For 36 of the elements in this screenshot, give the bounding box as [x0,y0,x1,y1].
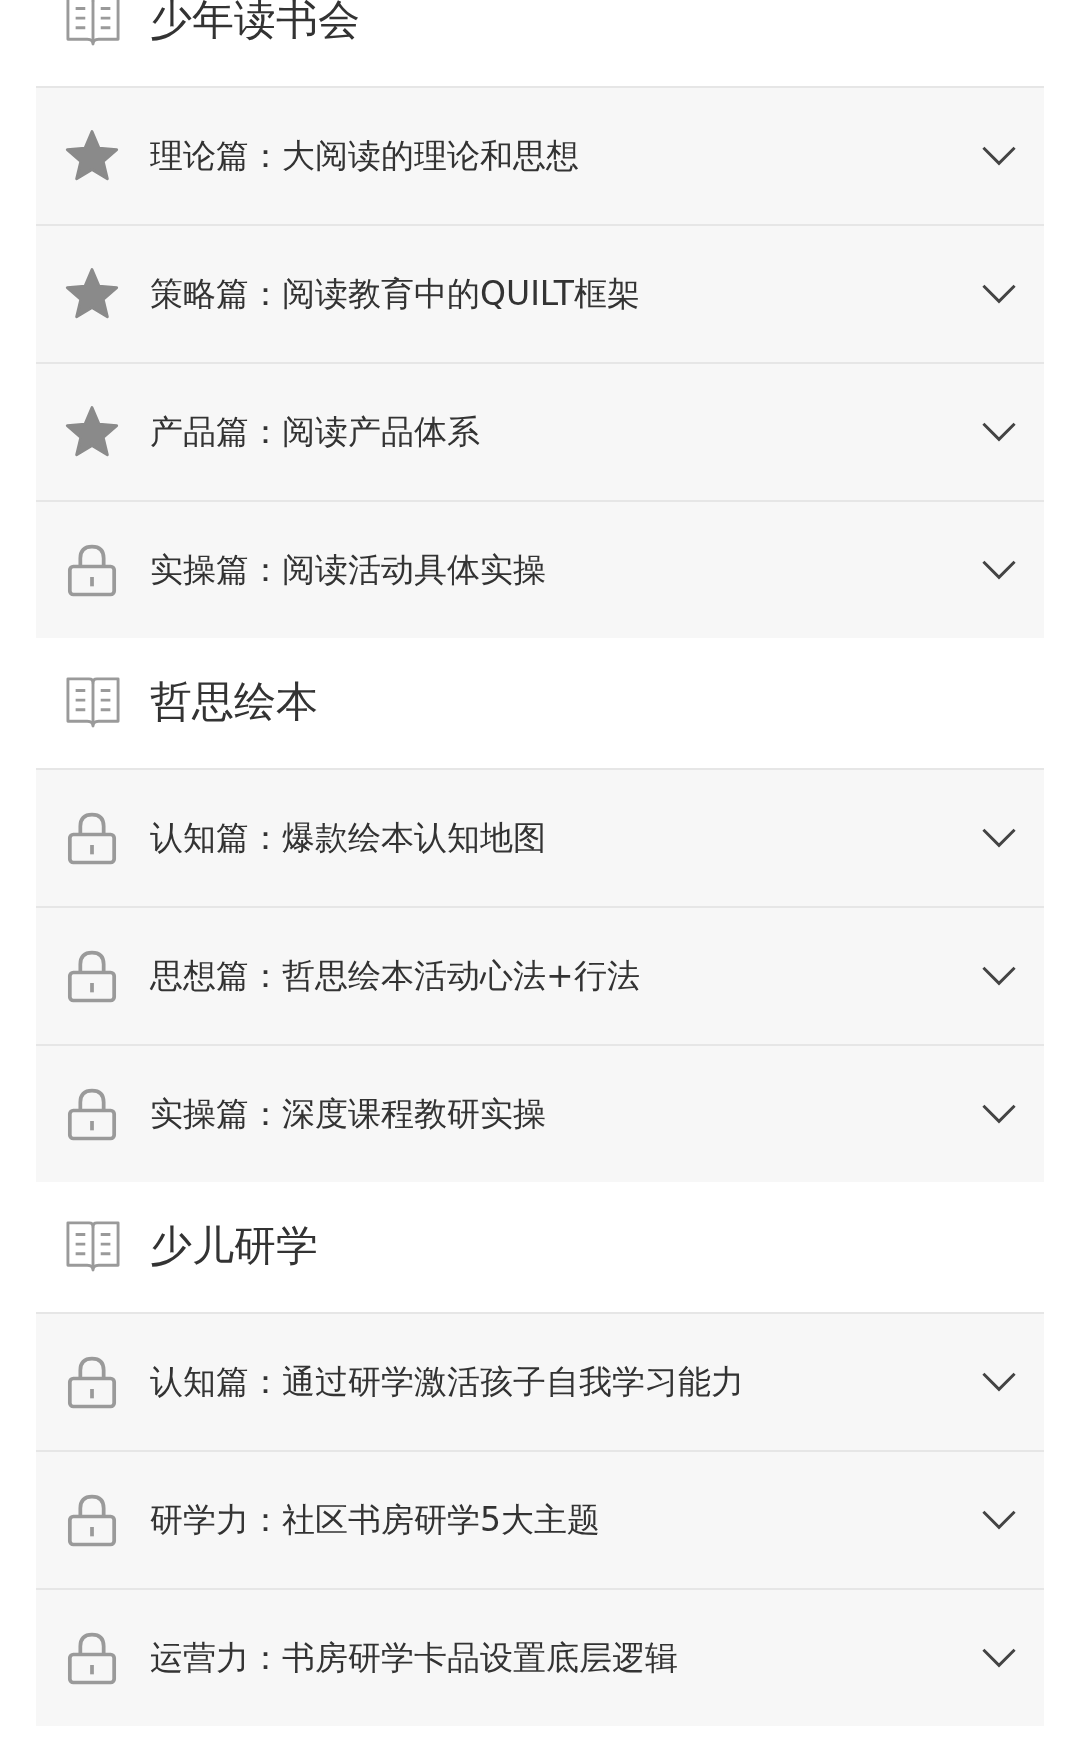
chevron-down-icon[interactable] [980,827,1018,849]
section-title: 少儿研学 [150,1220,318,1272]
chapter-row[interactable]: 思想篇：哲思绘本活动心法+行法 [36,906,1044,1044]
chapter-title: 策略篇：阅读教育中的QUILT框架 [150,272,641,315]
chevron-down-icon[interactable] [980,559,1018,581]
chevron-down-icon[interactable] [980,145,1018,167]
chapter-title: 实操篇：阅读活动具体实操 [150,548,547,591]
chevron-down-icon[interactable] [980,1103,1018,1125]
chapter-row[interactable]: 实操篇：阅读活动具体实操 [36,500,1044,638]
chapter-row[interactable]: 运营力：书房研学卡品设置底层逻辑 [36,1588,1044,1726]
chevron-down-icon[interactable] [980,965,1018,987]
chevron-down-icon[interactable] [980,1647,1018,1669]
book-icon [64,1219,122,1273]
chapter-row[interactable]: 认知篇：爆款绘本认知地图 [36,768,1044,906]
book-icon [64,0,122,47]
chapter-title: 理论篇：大阅读的理论和思想 [150,134,580,177]
chapter-title: 产品篇：阅读产品体系 [150,410,481,453]
chevron-down-icon[interactable] [980,1371,1018,1393]
chevron-down-icon[interactable] [980,1509,1018,1531]
chapter-row[interactable]: 理论篇：大阅读的理论和思想 [36,86,1044,224]
chapter-title: 实操篇：深度课程教研实操 [150,1092,547,1135]
chapter-title: 研学力：社区书房研学5大主题 [150,1498,601,1541]
chapter-row[interactable]: 认知篇：通过研学激活孩子自我学习能力 [36,1312,1044,1450]
chapter-row[interactable]: 研学力：社区书房研学5大主题 [36,1450,1044,1588]
chapter-row[interactable]: 实操篇：深度课程教研实操 [36,1044,1044,1182]
chapter-row[interactable]: 产品篇：阅读产品体系 [36,362,1044,500]
book-icon [64,675,122,729]
chevron-down-icon[interactable] [980,421,1018,443]
chapter-row[interactable]: 策略篇：阅读教育中的QUILT框架 [36,224,1044,362]
chapter-title: 认知篇：通过研学激活孩子自我学习能力 [150,1360,745,1403]
section-title: 少年读书会 [150,0,360,46]
section-title: 哲思绘本 [150,676,318,728]
chapter-title: 认知篇：爆款绘本认知地图 [150,816,547,859]
chapter-title: 运营力：书房研学卡品设置底层逻辑 [150,1636,679,1679]
chapter-title: 思想篇：哲思绘本活动心法+行法 [150,954,641,997]
chevron-down-icon[interactable] [980,283,1018,305]
